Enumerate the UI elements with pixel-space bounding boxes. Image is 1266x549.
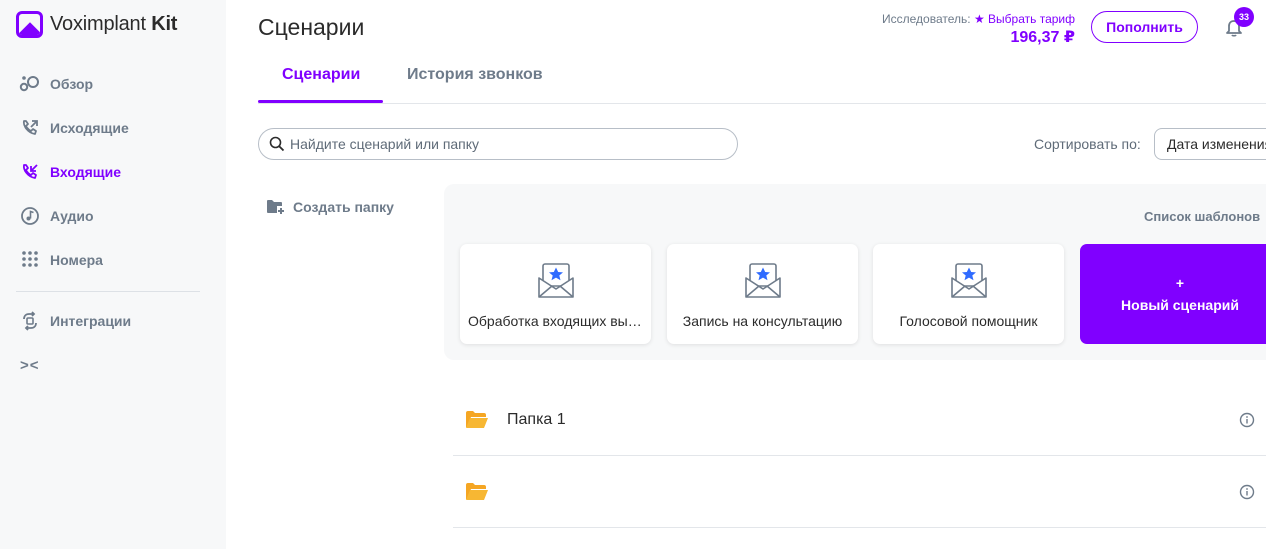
logo-icon — [16, 11, 43, 38]
dialpad-icon — [19, 250, 41, 270]
folder-row[interactable] — [453, 456, 1266, 528]
integrations-icon — [19, 311, 41, 331]
templates-list-link[interactable]: Список шаблонов — [1144, 209, 1260, 224]
folder-icon — [466, 482, 488, 500]
folder-row[interactable]: Папка 1 — [453, 384, 1266, 456]
sidebar-divider — [16, 291, 200, 292]
incoming-call-icon — [19, 162, 41, 182]
template-card[interactable]: Обработка входящих вызовов — [460, 244, 651, 344]
info-icon[interactable] — [1239, 484, 1255, 500]
sidebar-item-overview[interactable]: Обзор — [19, 74, 93, 94]
topup-button[interactable]: Пополнить — [1091, 11, 1198, 43]
logo[interactable]: Voximplant Kit — [16, 11, 177, 38]
template-card[interactable]: Голосовой помощник — [873, 244, 1064, 344]
logo-text-bold: Kit — [151, 13, 178, 35]
sort-label: Сортировать по: — [1034, 136, 1141, 152]
page-title: Сценарии — [258, 14, 365, 40]
create-folder-button[interactable]: Создать папку — [266, 199, 394, 215]
audio-icon — [19, 206, 41, 226]
template-label: Голосовой помощник — [899, 313, 1038, 329]
balance: 196,37 ₽ — [1010, 29, 1075, 46]
notifications-badge: 33 — [1234, 7, 1254, 27]
template-card[interactable]: Запись на консультацию — [667, 244, 858, 344]
info-icon[interactable] — [1239, 412, 1255, 428]
add-folder-icon — [267, 200, 284, 214]
sidebar-collapse-button[interactable]: >< — [20, 357, 40, 374]
envelope-star-icon — [744, 263, 781, 298]
search-input[interactable] — [290, 136, 710, 152]
sidebar-item-numbers[interactable]: Номера — [19, 250, 103, 270]
search-icon — [269, 136, 285, 152]
folder-name: Папка 1 — [507, 410, 566, 428]
envelope-star-icon — [950, 263, 987, 298]
sidebar-item-label: Номера — [50, 252, 103, 268]
envelope-star-icon — [537, 263, 574, 298]
logo-text: Voximplant — [50, 13, 146, 35]
choose-tariff-link[interactable]: ★ Выбрать тариф — [974, 12, 1075, 26]
template-label: Обработка входящих вызовов — [468, 313, 643, 329]
sidebar-item-outgoing[interactable]: Исходящие — [19, 118, 129, 138]
plan-info: Исследователь: ★ Выбрать тариф 196,37 ₽ — [882, 12, 1075, 47]
plus-icon: + — [1175, 275, 1185, 291]
tab-scenarios[interactable]: Сценарии — [282, 66, 360, 84]
sidebar-item-label: Исходящие — [50, 120, 129, 136]
new-scenario-button[interactable]: + Новый сценарий — [1080, 244, 1266, 344]
tab-call-history[interactable]: История звонков — [407, 66, 543, 84]
new-scenario-label: Новый сценарий — [1121, 297, 1239, 313]
sidebar-item-integrations[interactable]: Интеграции — [19, 311, 131, 331]
template-label: Запись на консультацию — [682, 313, 843, 329]
create-folder-label: Создать папку — [293, 199, 394, 215]
sidebar-item-incoming[interactable]: Входящие — [19, 162, 121, 182]
outgoing-call-icon — [19, 118, 41, 138]
sidebar-item-label: Входящие — [50, 164, 121, 180]
sort-select[interactable]: Дата изменения — [1154, 128, 1266, 160]
search-box — [258, 128, 738, 160]
sidebar-item-label: Обзор — [50, 76, 94, 92]
sidebar-item-label: Интеграции — [50, 313, 132, 329]
plan-label: Исследователь: — [882, 12, 971, 26]
folder-icon — [466, 410, 488, 428]
sidebar: Voximplant Kit Обзор Исходящие Входящие … — [0, 0, 226, 549]
tabs-divider — [258, 103, 1266, 104]
sidebar-item-audio[interactable]: Аудио — [19, 206, 94, 226]
overview-icon — [19, 74, 41, 94]
sidebar-item-label: Аудио — [50, 208, 94, 224]
